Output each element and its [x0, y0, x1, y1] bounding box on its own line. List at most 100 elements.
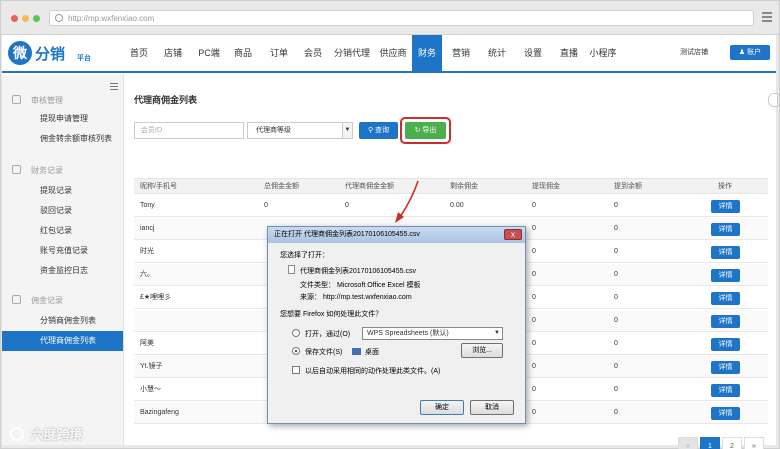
- watermark-logo-icon: [10, 427, 24, 441]
- table-cell: 0: [345, 202, 349, 209]
- window-close-icon[interactable]: [11, 15, 18, 22]
- sidebar-item[interactable]: 资金监控日志: [2, 261, 123, 281]
- nav-item[interactable]: 小程序: [589, 35, 617, 71]
- table-cell: 0: [614, 386, 618, 393]
- nav-item[interactable]: 营销: [450, 35, 472, 71]
- shop-name[interactable]: 测试店铺: [680, 47, 708, 57]
- save-file-radio[interactable]: [292, 347, 300, 355]
- sidebar-group-title: 佣金记录: [31, 296, 63, 305]
- agent-level-value: 代理商等级: [256, 127, 291, 134]
- detail-button[interactable]: 详情: [711, 246, 740, 259]
- sidebar-group: 佣金记录: [12, 295, 63, 306]
- dialog-close-button[interactable]: x: [504, 229, 522, 240]
- nav-item[interactable]: 分销代理: [333, 35, 371, 71]
- table-cell: 0: [532, 248, 536, 255]
- nav-item[interactable]: 供应商: [375, 35, 411, 71]
- table-cell: 0: [532, 202, 536, 209]
- auto-action-checkbox[interactable]: [292, 366, 300, 374]
- table-cell: Yt.镜子: [140, 363, 163, 370]
- sidebar: 审核管理 提现申请管理 佣金转余额审核列表 财务记录 提现记录 驳回记录 红包记录 账号充值记…: [2, 75, 124, 445]
- detail-button[interactable]: 详情: [711, 269, 740, 282]
- watermark: 六度跨境: [10, 424, 83, 443]
- table-cell: 0: [532, 340, 536, 347]
- user-icon: ♟: [738, 49, 746, 56]
- table-cell: 0: [614, 202, 618, 209]
- column-header: 操作: [718, 183, 732, 190]
- detail-button[interactable]: 详情: [711, 384, 740, 397]
- nav-item[interactable]: 商品: [232, 35, 254, 71]
- pagination-prev-button[interactable]: «: [678, 437, 698, 449]
- sidebar-toggle-icon[interactable]: [110, 83, 118, 92]
- folder-icon: [352, 348, 361, 355]
- table-cell: 阿美: [140, 340, 154, 347]
- nav-item[interactable]: 设置: [522, 35, 544, 71]
- sidebar-item[interactable]: 驳回记录: [2, 201, 123, 221]
- sidebar-item[interactable]: 分销商佣金列表: [2, 311, 123, 331]
- sidebar-group-icon: [12, 295, 21, 304]
- search-label: 查询: [375, 127, 390, 134]
- browse-button[interactable]: 浏览...: [461, 343, 503, 358]
- open-with-select[interactable]: WPS Spreadsheets (默认) ▼: [362, 327, 503, 340]
- nav-item[interactable]: 财务: [412, 35, 442, 71]
- column-header: 总佣金金额: [264, 183, 299, 190]
- sidebar-item[interactable]: 佣金转余额审核列表: [2, 129, 123, 149]
- detail-button[interactable]: 详情: [711, 361, 740, 374]
- account-button[interactable]: ♟ 账户: [730, 45, 770, 60]
- column-header: 提现佣金: [532, 183, 560, 190]
- detail-button[interactable]: 详情: [711, 407, 740, 420]
- open-with-radio[interactable]: [292, 329, 300, 337]
- sidebar-group: 审核管理: [12, 95, 63, 106]
- sidebar-item[interactable]: 账号充值记录: [2, 241, 123, 261]
- nav-item[interactable]: 直播: [558, 35, 580, 71]
- table-cell: Tony: [140, 202, 155, 209]
- table-cell: 0: [264, 202, 268, 209]
- export-button[interactable]: ↻ 导出: [405, 122, 446, 139]
- chevron-down-icon: ▼: [494, 330, 500, 336]
- sidebar-item[interactable]: 提现申请管理: [2, 109, 123, 129]
- ok-button[interactable]: 确定: [420, 400, 464, 415]
- pagination-next-button[interactable]: »: [744, 437, 764, 449]
- export-icon: ↻: [414, 127, 421, 134]
- nav-item[interactable]: 会员: [302, 35, 324, 71]
- detail-button[interactable]: 详情: [711, 315, 740, 328]
- nav-item[interactable]: 订单: [268, 35, 290, 71]
- cancel-button[interactable]: 取消: [470, 400, 514, 415]
- auto-action-label: 以后自动采用相同的动作处理此类文件。(A): [305, 368, 441, 375]
- nav-item[interactable]: 首页: [128, 35, 150, 71]
- member-id-input[interactable]: 会员ID: [134, 122, 244, 139]
- sidebar-item[interactable]: 提现记录: [2, 181, 123, 201]
- detail-button[interactable]: 详情: [711, 338, 740, 351]
- detail-button[interactable]: 详情: [711, 200, 740, 213]
- panel-collapse-tab[interactable]: [768, 93, 778, 107]
- browser-menu-icon[interactable]: [762, 12, 772, 22]
- chevron-down-icon: ▼: [342, 123, 352, 138]
- sidebar-item[interactable]: 代理商佣金列表: [2, 331, 123, 351]
- logo[interactable]: 微 分销 平台: [8, 41, 108, 67]
- browser-toolbar: http://mp.wxfenxiao.com: [1, 1, 779, 35]
- window-minimize-icon[interactable]: [22, 15, 29, 22]
- address-bar[interactable]: http://mp.wxfenxiao.com: [49, 10, 754, 26]
- sidebar-group-icon: [12, 95, 21, 104]
- agent-level-select[interactable]: 代理商等级 ▼: [247, 122, 353, 139]
- pagination-page[interactable]: 1: [700, 437, 720, 449]
- search-icon: ⚲: [367, 127, 374, 134]
- nav-item[interactable]: 店铺: [162, 35, 184, 71]
- dialog-file-name: 代理商佣金列表20170106105455.csv: [300, 268, 416, 275]
- download-dialog: 正在打开 代理商佣金列表20170106105455.csv x 您选择了打开：…: [267, 226, 526, 424]
- nav-item[interactable]: 统计: [486, 35, 508, 71]
- sidebar-group-title: 审核管理: [31, 96, 63, 105]
- column-header: 剩余佣金: [450, 183, 478, 190]
- save-location: 桌面: [365, 349, 379, 356]
- pagination-page[interactable]: 2: [722, 437, 742, 449]
- search-button[interactable]: ⚲ 查询: [359, 122, 398, 139]
- detail-button[interactable]: 详情: [711, 292, 740, 305]
- export-label: 导出: [422, 127, 437, 134]
- logo-glyph: 微: [8, 41, 32, 65]
- column-header: 代理商佣金金额: [345, 183, 394, 190]
- window-maximize-icon[interactable]: [33, 15, 40, 22]
- detail-button[interactable]: 详情: [711, 223, 740, 236]
- dialog-source: 来源： http://mp.test.wxfenxiao.com: [300, 294, 412, 301]
- sidebar-item[interactable]: 红包记录: [2, 221, 123, 241]
- nav-item[interactable]: PC端: [196, 35, 222, 71]
- table-cell: iancj: [140, 225, 155, 232]
